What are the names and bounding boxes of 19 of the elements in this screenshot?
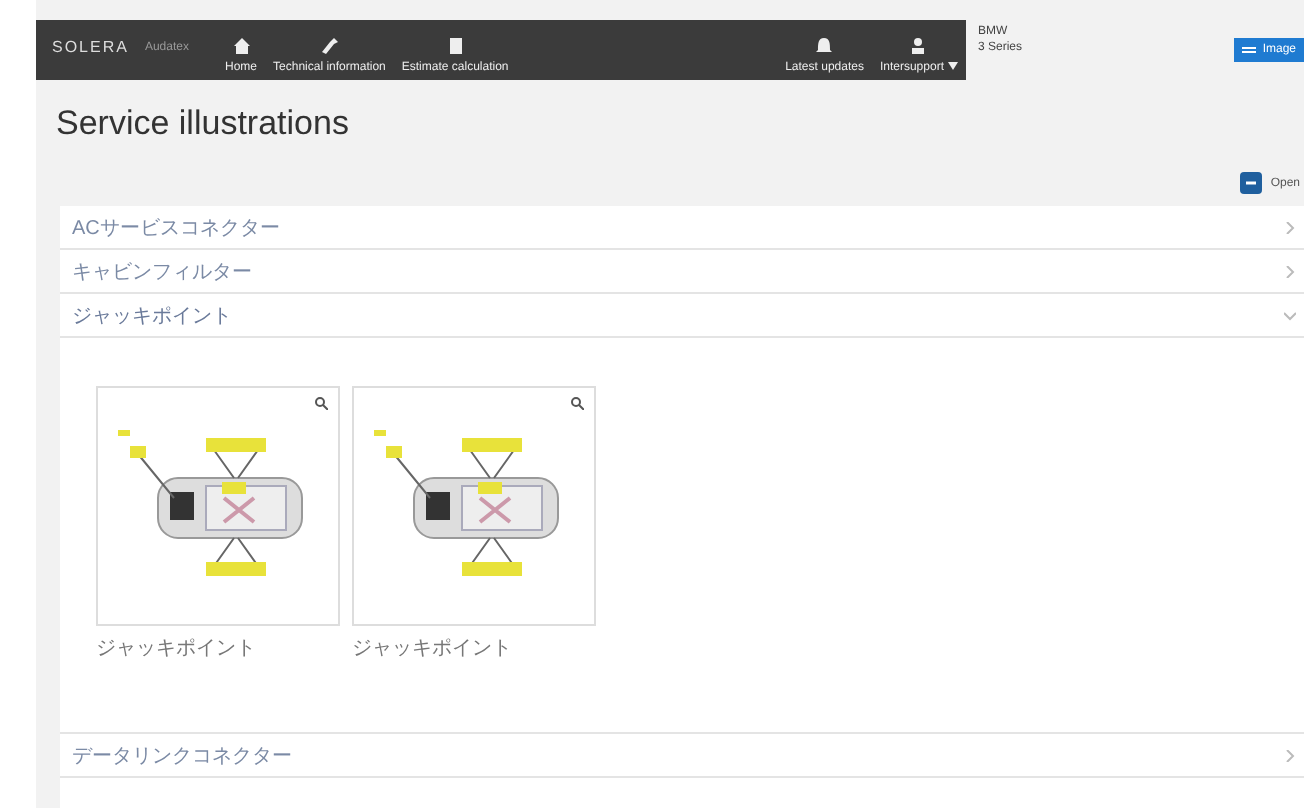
chevron-icon <box>1284 221 1296 233</box>
collapse-icon <box>1240 172 1263 194</box>
page-title: Service illustrations <box>56 104 351 144</box>
chevron-icon <box>1284 749 1296 761</box>
zoom-icon[interactable] <box>314 396 328 410</box>
user-icon <box>908 36 929 56</box>
bell-icon <box>814 36 835 56</box>
accordion-header[interactable]: キャビンフィルター <box>60 250 1304 294</box>
chevron-icon <box>1284 265 1296 277</box>
illustration-caption: ジャッキポイント <box>96 636 258 662</box>
accordion-header[interactable]: データリンクコネクター <box>60 734 1304 778</box>
zoom-icon[interactable] <box>570 396 584 410</box>
chevron-icon <box>1284 309 1296 321</box>
accordion-header[interactable]: ACサービスコネクター <box>60 206 1304 250</box>
home-icon <box>231 36 251 56</box>
accordion-header[interactable]: ジャッキポイント <box>60 294 1304 338</box>
illustration-caption: ジャッキポイント <box>352 636 514 662</box>
caret-icon <box>948 62 958 70</box>
brand-logo: SOLERA <box>52 38 129 56</box>
